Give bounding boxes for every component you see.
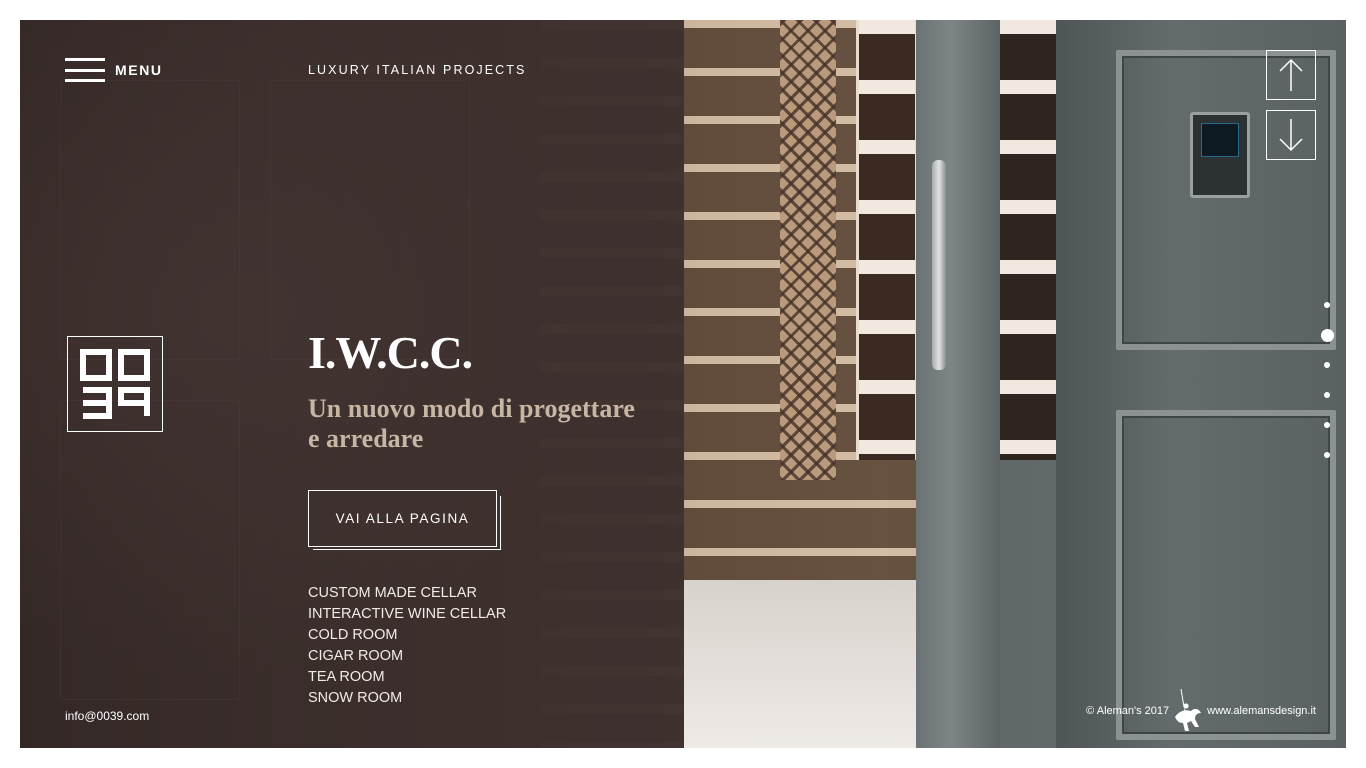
glass-door-frame [916, 20, 1000, 748]
contact-email-link[interactable]: info@0039.com [65, 709, 149, 723]
service-link[interactable]: SNOW ROOM [308, 688, 506, 709]
page-frame: MENU LUXURY ITALIAN PROJECTS I.W.C.C. Un… [20, 20, 1346, 748]
next-slide-button[interactable] [1266, 110, 1316, 160]
bottle-display-rack-right [1000, 20, 1056, 460]
lattice-panel [780, 20, 836, 480]
service-link[interactable]: CIGAR ROOM [308, 646, 506, 667]
slide-dot[interactable] [1321, 328, 1334, 342]
slide-dot[interactable] [1324, 452, 1330, 458]
thermostat-panel [1190, 112, 1250, 198]
door-handle [932, 160, 946, 370]
service-link[interactable]: INTERACTIVE WINE CELLAR [308, 604, 506, 625]
slide-dot[interactable] [1324, 392, 1330, 398]
hero-subtitle: Un nuovo modo di progettare e arredare [308, 394, 635, 453]
slide-dot[interactable] [1324, 302, 1330, 308]
previous-slide-button[interactable] [1266, 50, 1316, 100]
footer-credits: © Aleman's 2017 www.alemansdesign.it [1072, 685, 1316, 737]
service-link[interactable]: CUSTOM MADE CELLAR [308, 583, 506, 604]
slide-dot[interactable] [1324, 422, 1330, 428]
copyright-text: © Aleman's 2017 [1086, 705, 1170, 717]
horse-rider-icon [1175, 688, 1202, 731]
menu-label: MENU [115, 62, 163, 78]
services-list: CUSTOM MADE CELLAR INTERACTIVE WINE CELL… [308, 583, 506, 709]
go-to-page-button[interactable]: VAI ALLA PAGINA [308, 490, 497, 547]
site-tagline: LUXURY ITALIAN PROJECTS [308, 63, 527, 77]
service-link[interactable]: COLD ROOM [308, 625, 506, 646]
service-link[interactable]: TEA ROOM [308, 667, 506, 688]
menu-button[interactable]: MENU [65, 58, 163, 82]
cta-container: VAI ALLA PAGINA [308, 490, 501, 550]
slide-dot[interactable] [1324, 362, 1330, 368]
0039-logo-icon [80, 349, 150, 419]
arrow-down-icon [1279, 119, 1303, 152]
marble-floor [684, 580, 924, 748]
hamburger-icon [65, 58, 105, 82]
arrow-up-icon [1279, 58, 1303, 91]
bottle-display-rack [856, 20, 918, 460]
hero-title: I.W.C.C. [308, 327, 473, 378]
website-link[interactable]: www.alemansdesign.it [1207, 705, 1316, 717]
brand-logo[interactable] [67, 336, 163, 432]
